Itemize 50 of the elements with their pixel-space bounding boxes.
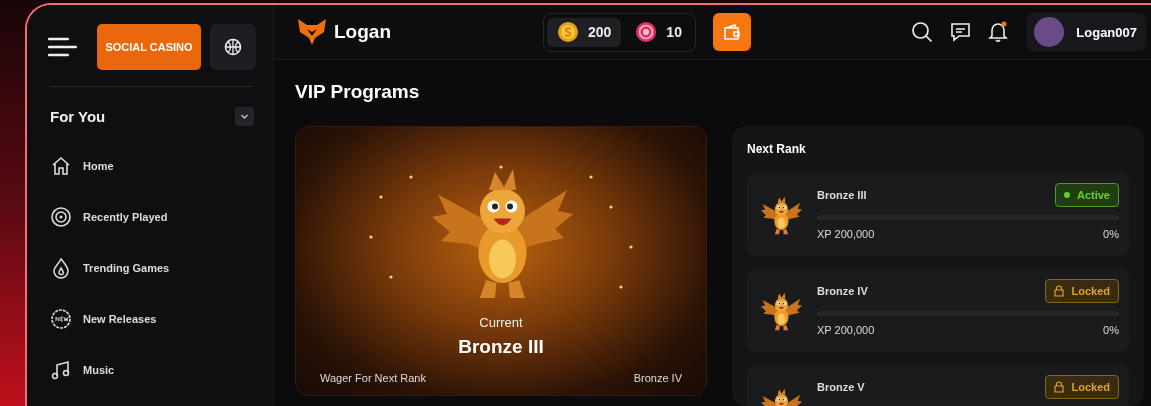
rank-name: Bronze III (817, 189, 867, 201)
chat-icon[interactable] (950, 22, 972, 42)
progress-percent: 0% (1103, 228, 1119, 240)
section-title: For You (50, 108, 106, 125)
nav-item[interactable]: Recently Played (83, 210, 168, 223)
nav-item[interactable]: Trending Games (83, 261, 170, 274)
current-rank-name: Bronze III (458, 336, 544, 358)
ball-icon (224, 38, 243, 56)
chip-icon (635, 21, 658, 43)
balance-segment[interactable]: 10 (625, 17, 692, 47)
xp-amount: XP 200,000 (817, 228, 875, 240)
balance-amount: 200 (588, 24, 612, 40)
bell-icon[interactable] (988, 21, 1009, 43)
active-dot-icon (1063, 192, 1070, 198)
balance-amount: 10 (666, 24, 682, 40)
lock-icon (1054, 381, 1065, 393)
xp-amount: XP 200,000 (817, 324, 875, 336)
nav-item[interactable]: Music (83, 363, 115, 376)
status-badge: Active (1054, 183, 1119, 207)
rank-name: Bronze V (817, 381, 865, 393)
brand-name: Logan (334, 21, 391, 43)
flame-icon (50, 256, 72, 279)
nav-item[interactable]: New Releases (83, 312, 157, 325)
wallet-button[interactable] (712, 13, 751, 51)
status-badge: Locked (1045, 375, 1119, 399)
user-menu[interactable]: Logan007 (1026, 13, 1146, 51)
nav-item[interactable]: Home (83, 159, 114, 172)
lock-icon (1054, 285, 1065, 297)
target-icon (50, 205, 72, 228)
next-rank-name: Bronze IV (633, 372, 682, 384)
balance-segment[interactable]: 200 (547, 17, 622, 47)
rank-name: Bronze IV (817, 285, 868, 297)
house-icon (50, 154, 72, 177)
coin-icon (557, 21, 579, 43)
new-badge-icon (50, 307, 72, 330)
progress-percent: 0% (1103, 324, 1119, 336)
music-note-icon (50, 358, 72, 381)
page-title: VIP Programs (295, 81, 421, 103)
status-badge: Locked (1045, 279, 1119, 303)
current-caption: Current (479, 315, 523, 330)
collapse-toggle[interactable] (235, 107, 254, 126)
fox-logo-icon (297, 18, 327, 46)
chevron-icon (240, 112, 249, 121)
avatar (1034, 17, 1065, 47)
wallet-icon (721, 22, 742, 42)
search-icon[interactable] (911, 21, 934, 43)
sports-button[interactable] (210, 24, 256, 70)
menu-icon[interactable] (48, 37, 77, 57)
panel-title: Next Rank (747, 142, 807, 156)
wager-label: Wager For Next Rank (320, 372, 426, 384)
